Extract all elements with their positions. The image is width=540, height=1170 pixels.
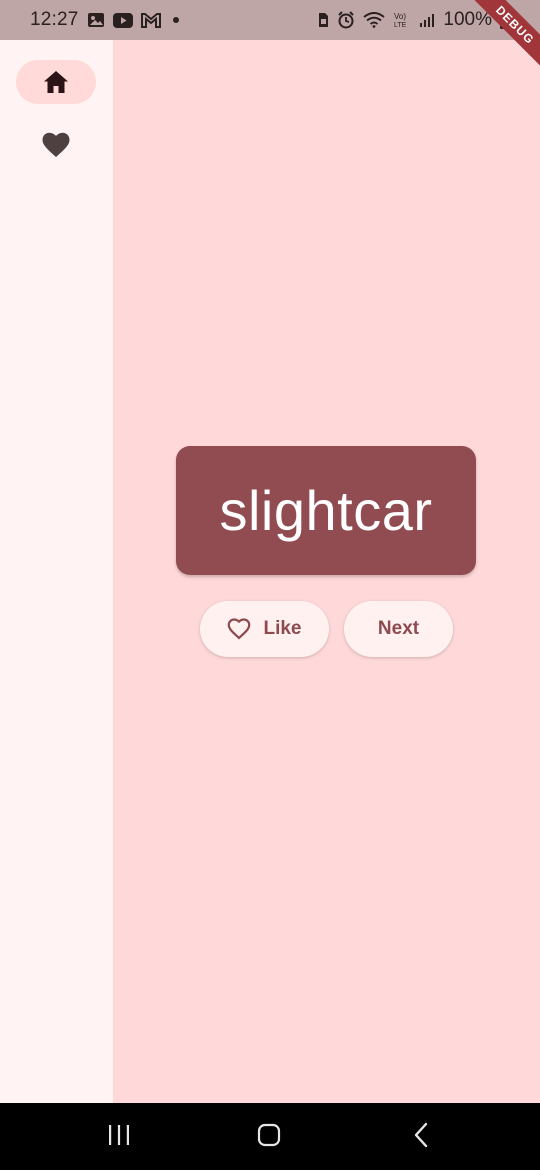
alarm-icon — [337, 11, 355, 29]
notification-dot — [172, 17, 179, 23]
next-button[interactable]: Next — [344, 601, 453, 657]
nav-destination-favorites[interactable] — [16, 123, 96, 167]
svg-text:LTE: LTE — [394, 22, 407, 29]
recent-apps-icon — [107, 1124, 131, 1151]
next-button-label: Next — [377, 618, 420, 639]
main-content: slightcar Like Next — [113, 40, 540, 1103]
back-button[interactable] — [401, 1121, 441, 1153]
status-bar: 12:27 Vo) LTE 100% — [0, 0, 540, 40]
like-button[interactable]: Like — [200, 601, 329, 657]
svg-text:Vo): Vo) — [394, 12, 406, 21]
sim-icon — [317, 12, 329, 28]
word-card: slightcar — [176, 446, 476, 575]
system-navigation-bar — [0, 1103, 540, 1170]
gmail-icon — [140, 12, 161, 28]
gallery-icon — [87, 12, 105, 28]
volte-icon: Vo) LTE — [393, 11, 411, 29]
home-button[interactable] — [249, 1121, 289, 1153]
status-left: 12:27 — [30, 9, 179, 31]
wifi-icon — [363, 12, 386, 28]
like-button-label: Like — [263, 618, 302, 639]
navigation-rail — [0, 40, 113, 1103]
status-time: 12:27 — [30, 9, 79, 30]
home-outline-icon — [257, 1123, 281, 1152]
heart-outline-icon — [227, 618, 251, 640]
battery-percent: 100% — [443, 9, 492, 30]
youtube-icon — [112, 12, 133, 28]
nav-destination-home[interactable] — [16, 60, 96, 104]
word-pair-text: slightcar — [219, 479, 433, 542]
recent-apps-button[interactable] — [99, 1121, 139, 1153]
heart-icon — [41, 131, 71, 159]
back-chevron-icon — [413, 1122, 429, 1153]
home-icon — [42, 69, 70, 95]
signal-icon — [419, 12, 435, 28]
status-right: Vo) LTE 100% — [317, 9, 510, 31]
app-screen: 12:27 Vo) LTE 100% DEBUG slightcar Like … — [0, 0, 540, 1170]
